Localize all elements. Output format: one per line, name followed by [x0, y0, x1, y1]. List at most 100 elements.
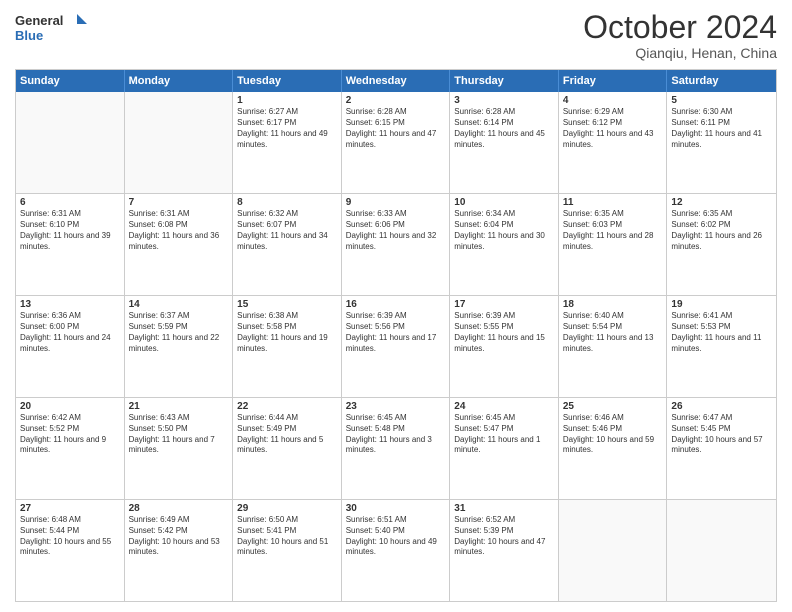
- day-number: 6: [20, 197, 120, 208]
- day-number: 12: [671, 197, 772, 208]
- calendar-day-cell: 2Sunrise: 6:28 AM Sunset: 6:15 PM Daylig…: [342, 92, 451, 193]
- calendar-day-cell: 22Sunrise: 6:44 AM Sunset: 5:49 PM Dayli…: [233, 398, 342, 499]
- day-number: 22: [237, 401, 337, 412]
- calendar-day-cell: 29Sunrise: 6:50 AM Sunset: 5:41 PM Dayli…: [233, 500, 342, 601]
- day-details: Sunrise: 6:28 AM Sunset: 6:15 PM Dayligh…: [346, 107, 446, 150]
- calendar-day-cell: 3Sunrise: 6:28 AM Sunset: 6:14 PM Daylig…: [450, 92, 559, 193]
- day-number: 7: [129, 197, 229, 208]
- calendar-header-row: SundayMondayTuesdayWednesdayThursdayFrid…: [16, 70, 776, 92]
- logo: GeneralBlue: [15, 10, 95, 46]
- weekday-header: Friday: [559, 70, 668, 92]
- calendar-week-row: 27Sunrise: 6:48 AM Sunset: 5:44 PM Dayli…: [16, 499, 776, 601]
- day-number: 20: [20, 401, 120, 412]
- weekday-header: Sunday: [16, 70, 125, 92]
- day-number: 15: [237, 299, 337, 310]
- day-details: Sunrise: 6:45 AM Sunset: 5:47 PM Dayligh…: [454, 413, 554, 456]
- day-details: Sunrise: 6:29 AM Sunset: 6:12 PM Dayligh…: [563, 107, 663, 150]
- day-number: 10: [454, 197, 554, 208]
- calendar-day-cell: 11Sunrise: 6:35 AM Sunset: 6:03 PM Dayli…: [559, 194, 668, 295]
- calendar-day-cell: 13Sunrise: 6:36 AM Sunset: 6:00 PM Dayli…: [16, 296, 125, 397]
- day-number: 18: [563, 299, 663, 310]
- calendar-day-cell: 14Sunrise: 6:37 AM Sunset: 5:59 PM Dayli…: [125, 296, 234, 397]
- calendar-day-cell: 19Sunrise: 6:41 AM Sunset: 5:53 PM Dayli…: [667, 296, 776, 397]
- day-number: 29: [237, 503, 337, 514]
- calendar-day-cell: 10Sunrise: 6:34 AM Sunset: 6:04 PM Dayli…: [450, 194, 559, 295]
- calendar-day-cell: 30Sunrise: 6:51 AM Sunset: 5:40 PM Dayli…: [342, 500, 451, 601]
- day-number: 1: [237, 95, 337, 106]
- calendar-day-cell: 16Sunrise: 6:39 AM Sunset: 5:56 PM Dayli…: [342, 296, 451, 397]
- calendar-day-cell: 31Sunrise: 6:52 AM Sunset: 5:39 PM Dayli…: [450, 500, 559, 601]
- day-number: 11: [563, 197, 663, 208]
- day-details: Sunrise: 6:40 AM Sunset: 5:54 PM Dayligh…: [563, 311, 663, 354]
- day-number: 4: [563, 95, 663, 106]
- day-details: Sunrise: 6:46 AM Sunset: 5:46 PM Dayligh…: [563, 413, 663, 456]
- day-number: 27: [20, 503, 120, 514]
- day-number: 16: [346, 299, 446, 310]
- day-number: 23: [346, 401, 446, 412]
- svg-text:Blue: Blue: [15, 28, 43, 43]
- day-number: 26: [671, 401, 772, 412]
- calendar-day-cell: 24Sunrise: 6:45 AM Sunset: 5:47 PM Dayli…: [450, 398, 559, 499]
- day-details: Sunrise: 6:39 AM Sunset: 5:55 PM Dayligh…: [454, 311, 554, 354]
- calendar-day-cell: 1Sunrise: 6:27 AM Sunset: 6:17 PM Daylig…: [233, 92, 342, 193]
- calendar-container: GeneralBlue October 2024 Qianqiu, Henan,…: [0, 0, 792, 612]
- day-details: Sunrise: 6:43 AM Sunset: 5:50 PM Dayligh…: [129, 413, 229, 456]
- calendar-day-cell: 9Sunrise: 6:33 AM Sunset: 6:06 PM Daylig…: [342, 194, 451, 295]
- calendar-day-cell: 4Sunrise: 6:29 AM Sunset: 6:12 PM Daylig…: [559, 92, 668, 193]
- day-number: 3: [454, 95, 554, 106]
- day-details: Sunrise: 6:39 AM Sunset: 5:56 PM Dayligh…: [346, 311, 446, 354]
- day-number: 17: [454, 299, 554, 310]
- day-number: 13: [20, 299, 120, 310]
- day-details: Sunrise: 6:30 AM Sunset: 6:11 PM Dayligh…: [671, 107, 772, 150]
- day-details: Sunrise: 6:38 AM Sunset: 5:58 PM Dayligh…: [237, 311, 337, 354]
- calendar-body: 1Sunrise: 6:27 AM Sunset: 6:17 PM Daylig…: [16, 92, 776, 601]
- calendar-week-row: 20Sunrise: 6:42 AM Sunset: 5:52 PM Dayli…: [16, 397, 776, 499]
- day-details: Sunrise: 6:44 AM Sunset: 5:49 PM Dayligh…: [237, 413, 337, 456]
- header: GeneralBlue October 2024 Qianqiu, Henan,…: [15, 10, 777, 61]
- day-number: 25: [563, 401, 663, 412]
- day-details: Sunrise: 6:34 AM Sunset: 6:04 PM Dayligh…: [454, 209, 554, 252]
- calendar-day-cell: 26Sunrise: 6:47 AM Sunset: 5:45 PM Dayli…: [667, 398, 776, 499]
- calendar-day-cell: 5Sunrise: 6:30 AM Sunset: 6:11 PM Daylig…: [667, 92, 776, 193]
- day-number: 2: [346, 95, 446, 106]
- calendar-day-cell: 23Sunrise: 6:45 AM Sunset: 5:48 PM Dayli…: [342, 398, 451, 499]
- day-details: Sunrise: 6:36 AM Sunset: 6:00 PM Dayligh…: [20, 311, 120, 354]
- weekday-header: Wednesday: [342, 70, 451, 92]
- day-details: Sunrise: 6:47 AM Sunset: 5:45 PM Dayligh…: [671, 413, 772, 456]
- day-number: 28: [129, 503, 229, 514]
- empty-cell: [667, 500, 776, 601]
- title-block: October 2024 Qianqiu, Henan, China: [583, 10, 777, 61]
- day-number: 21: [129, 401, 229, 412]
- empty-cell: [559, 500, 668, 601]
- calendar-week-row: 6Sunrise: 6:31 AM Sunset: 6:10 PM Daylig…: [16, 193, 776, 295]
- calendar-subtitle: Qianqiu, Henan, China: [583, 45, 777, 61]
- calendar-day-cell: 15Sunrise: 6:38 AM Sunset: 5:58 PM Dayli…: [233, 296, 342, 397]
- day-details: Sunrise: 6:49 AM Sunset: 5:42 PM Dayligh…: [129, 515, 229, 558]
- weekday-header: Monday: [125, 70, 234, 92]
- calendar-day-cell: 7Sunrise: 6:31 AM Sunset: 6:08 PM Daylig…: [125, 194, 234, 295]
- day-details: Sunrise: 6:33 AM Sunset: 6:06 PM Dayligh…: [346, 209, 446, 252]
- empty-cell: [16, 92, 125, 193]
- day-number: 14: [129, 299, 229, 310]
- calendar-week-row: 1Sunrise: 6:27 AM Sunset: 6:17 PM Daylig…: [16, 92, 776, 193]
- empty-cell: [125, 92, 234, 193]
- calendar-day-cell: 25Sunrise: 6:46 AM Sunset: 5:46 PM Dayli…: [559, 398, 668, 499]
- day-number: 9: [346, 197, 446, 208]
- day-details: Sunrise: 6:32 AM Sunset: 6:07 PM Dayligh…: [237, 209, 337, 252]
- day-details: Sunrise: 6:50 AM Sunset: 5:41 PM Dayligh…: [237, 515, 337, 558]
- calendar-week-row: 13Sunrise: 6:36 AM Sunset: 6:00 PM Dayli…: [16, 295, 776, 397]
- logo-svg: GeneralBlue: [15, 10, 95, 46]
- day-details: Sunrise: 6:42 AM Sunset: 5:52 PM Dayligh…: [20, 413, 120, 456]
- calendar-day-cell: 17Sunrise: 6:39 AM Sunset: 5:55 PM Dayli…: [450, 296, 559, 397]
- day-number: 24: [454, 401, 554, 412]
- day-details: Sunrise: 6:41 AM Sunset: 5:53 PM Dayligh…: [671, 311, 772, 354]
- weekday-header: Tuesday: [233, 70, 342, 92]
- day-number: 19: [671, 299, 772, 310]
- calendar: SundayMondayTuesdayWednesdayThursdayFrid…: [15, 69, 777, 602]
- day-details: Sunrise: 6:51 AM Sunset: 5:40 PM Dayligh…: [346, 515, 446, 558]
- day-number: 5: [671, 95, 772, 106]
- day-details: Sunrise: 6:27 AM Sunset: 6:17 PM Dayligh…: [237, 107, 337, 150]
- day-number: 30: [346, 503, 446, 514]
- day-details: Sunrise: 6:48 AM Sunset: 5:44 PM Dayligh…: [20, 515, 120, 558]
- calendar-day-cell: 21Sunrise: 6:43 AM Sunset: 5:50 PM Dayli…: [125, 398, 234, 499]
